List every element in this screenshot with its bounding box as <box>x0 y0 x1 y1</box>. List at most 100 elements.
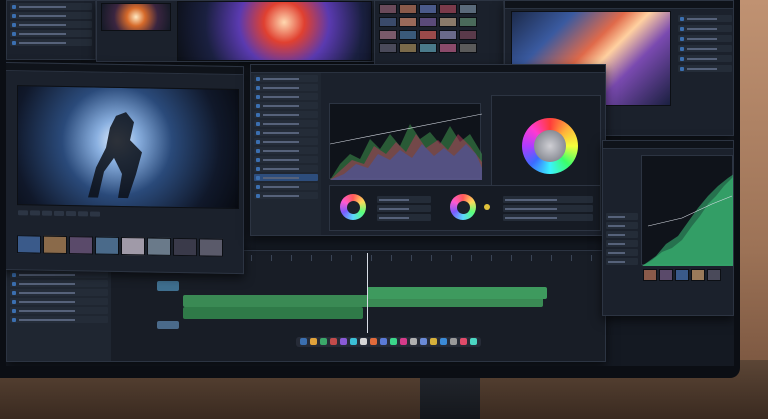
node-list-item[interactable] <box>254 111 318 118</box>
node-list-item[interactable] <box>254 165 318 172</box>
thumbnail[interactable] <box>439 43 457 53</box>
dock-app-icon[interactable] <box>300 338 307 345</box>
node-list-item[interactable] <box>254 93 318 100</box>
thumbnail[interactable] <box>707 269 721 281</box>
dock-app-icon[interactable] <box>320 338 327 345</box>
track-header[interactable] <box>10 289 108 296</box>
playhead[interactable] <box>367 253 368 333</box>
thumbnail[interactable] <box>399 30 417 40</box>
slider[interactable] <box>503 196 593 203</box>
mark-out-button[interactable] <box>90 211 100 217</box>
node-list-item[interactable] <box>254 147 318 154</box>
track-header[interactable] <box>10 316 108 323</box>
dock-app-icon[interactable] <box>390 338 397 345</box>
clip-thumbnail[interactable] <box>199 238 223 257</box>
mark-in-button[interactable] <box>78 211 88 217</box>
dock-app-icon[interactable] <box>460 338 467 345</box>
color-wheel-center[interactable] <box>534 130 566 162</box>
list-item[interactable] <box>606 249 638 256</box>
lift-wheel[interactable] <box>340 194 366 220</box>
node-list-item[interactable] <box>254 156 318 163</box>
dock-app-icon[interactable] <box>360 338 367 345</box>
list-item[interactable] <box>606 240 638 247</box>
list-item[interactable] <box>10 12 92 19</box>
thumbnail[interactable] <box>379 43 397 53</box>
list-item[interactable] <box>10 21 92 28</box>
video-clip[interactable] <box>367 287 547 299</box>
thumbnail[interactable] <box>439 30 457 40</box>
thumbnail[interactable] <box>399 4 417 14</box>
dock-app-icon[interactable] <box>440 338 447 345</box>
node-list-item[interactable] <box>254 120 318 127</box>
clip-thumbnail[interactable] <box>147 237 171 256</box>
color-wheel[interactable] <box>522 118 578 174</box>
thumbnail[interactable] <box>459 43 477 53</box>
list-item[interactable] <box>678 15 732 22</box>
node-list-item[interactable] <box>254 183 318 190</box>
list-item[interactable] <box>678 45 732 52</box>
list-item[interactable] <box>606 213 638 220</box>
node-list-item[interactable] <box>254 138 318 145</box>
node-list-item[interactable] <box>254 75 318 82</box>
video-clip[interactable] <box>183 307 363 319</box>
thumbnail[interactable] <box>459 4 477 14</box>
node-list-item[interactable] <box>254 129 318 136</box>
list-item[interactable] <box>10 30 92 37</box>
play-button[interactable] <box>18 210 28 216</box>
node-list-item[interactable] <box>254 84 318 91</box>
clip-thumbnail[interactable] <box>121 236 145 256</box>
clip-thumbnail[interactable] <box>95 236 119 255</box>
list-item[interactable] <box>678 55 732 62</box>
loop-button[interactable] <box>66 211 76 217</box>
thumbnail[interactable] <box>419 30 437 40</box>
clip-thumbnail[interactable] <box>17 235 41 254</box>
thumbnail[interactable] <box>439 4 457 14</box>
list-item[interactable] <box>10 39 92 46</box>
dock-app-icon[interactable] <box>310 338 317 345</box>
thumbnail[interactable] <box>399 43 417 53</box>
thumbnail[interactable] <box>459 30 477 40</box>
list-item[interactable] <box>10 3 92 10</box>
node-list-item[interactable] <box>254 102 318 109</box>
audio-clip[interactable] <box>157 321 179 329</box>
thumbnail[interactable] <box>419 17 437 27</box>
dock-app-icon[interactable] <box>350 338 357 345</box>
dock-app-icon[interactable] <box>410 338 417 345</box>
node-list-item-selected[interactable] <box>254 174 318 181</box>
thumbnail[interactable] <box>459 17 477 27</box>
track-header[interactable] <box>10 307 108 314</box>
video-clip[interactable] <box>157 281 179 291</box>
slider[interactable] <box>503 205 593 212</box>
dock-app-icon[interactable] <box>370 338 377 345</box>
slider[interactable] <box>377 196 431 203</box>
track-header[interactable] <box>10 271 108 278</box>
clip-thumbnail[interactable] <box>173 237 197 257</box>
thumbnail[interactable] <box>399 17 417 27</box>
thumbnail[interactable] <box>379 17 397 27</box>
gain-wheel[interactable] <box>450 194 476 220</box>
list-item[interactable] <box>678 65 732 72</box>
dock-app-icon[interactable] <box>330 338 337 345</box>
list-item[interactable] <box>606 231 638 238</box>
list-item[interactable] <box>678 35 732 42</box>
list-item[interactable] <box>606 258 638 265</box>
dock-app-icon[interactable] <box>470 338 477 345</box>
thumbnail[interactable] <box>419 4 437 14</box>
clip-thumbnail[interactable] <box>43 235 67 255</box>
thumbnail[interactable] <box>691 269 705 281</box>
dock-app-icon[interactable] <box>430 338 437 345</box>
thumbnail[interactable] <box>659 269 673 281</box>
thumbnail[interactable] <box>419 43 437 53</box>
thumbnail[interactable] <box>379 30 397 40</box>
dock-app-icon[interactable] <box>450 338 457 345</box>
node-list-item[interactable] <box>254 192 318 199</box>
stop-button[interactable] <box>30 210 40 216</box>
slider[interactable] <box>377 214 431 221</box>
rewind-button[interactable] <box>42 210 52 216</box>
thumbnail[interactable] <box>379 4 397 14</box>
slider[interactable] <box>377 205 431 212</box>
track-header[interactable] <box>10 280 108 287</box>
thumbnail[interactable] <box>675 269 689 281</box>
track-header[interactable] <box>10 298 108 305</box>
thumbnail[interactable] <box>439 17 457 27</box>
